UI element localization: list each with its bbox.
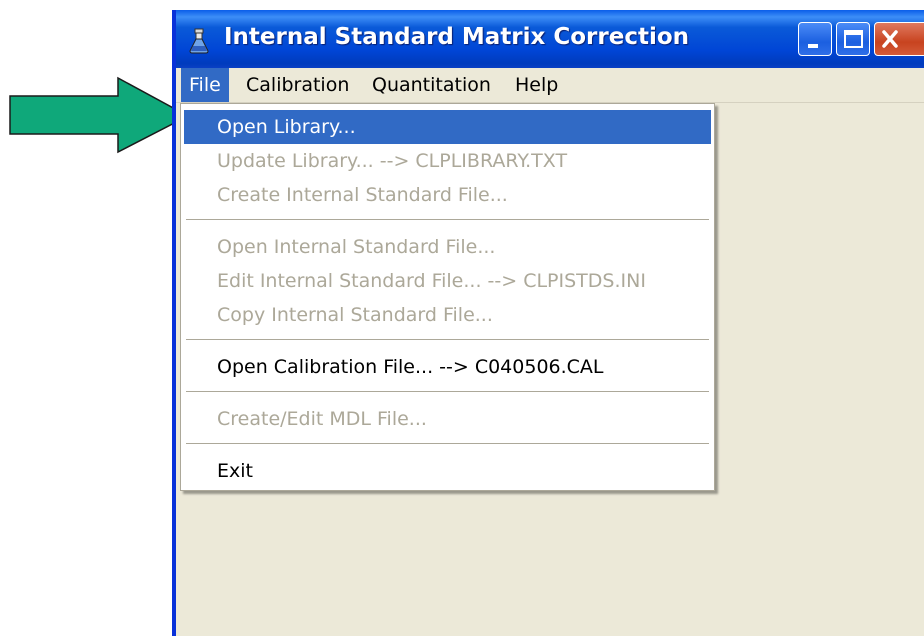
menu-calibration[interactable]: Calibration <box>238 68 357 102</box>
green-arrow-icon <box>9 76 190 154</box>
menu-file[interactable]: File <box>181 68 229 102</box>
menu-help[interactable]: Help <box>507 68 566 102</box>
menu-separator <box>186 391 709 392</box>
menu-item-open-calibration[interactable]: Open Calibration File... --> C040506.CAL <box>184 350 711 384</box>
menu-separator <box>186 443 709 444</box>
menu-item-open-istd: Open Internal Standard File... <box>217 236 496 258</box>
maximize-button[interactable] <box>836 22 870 56</box>
menu-item-edit-istd: Edit Internal Standard File... --> CLPIS… <box>217 270 646 292</box>
title-bar[interactable]: Internal Standard Matrix Correction <box>176 10 924 68</box>
menu-item-create-mdl: Create/Edit MDL File... <box>217 408 427 430</box>
menu-separator <box>186 219 709 220</box>
menu-bar: File Calibration Quantitation Help <box>176 68 924 103</box>
maximize-icon <box>844 30 863 48</box>
menu-item-exit[interactable]: Exit <box>184 454 711 488</box>
close-button[interactable] <box>874 22 924 56</box>
menu-quantitation[interactable]: Quantitation <box>364 68 499 102</box>
file-menu-dropdown: Open Library... Update Library... --> CL… <box>180 103 715 491</box>
window-title: Internal Standard Matrix Correction <box>224 24 690 50</box>
menu-item-open-library[interactable]: Open Library... <box>184 110 711 144</box>
menu-item-create-istd: Create Internal Standard File... <box>217 184 508 206</box>
minimize-button[interactable] <box>798 22 832 56</box>
close-icon <box>882 30 898 48</box>
menu-separator <box>186 339 709 340</box>
menu-item-update-library: Update Library... --> CLPLIBRARY.TXT <box>217 150 568 172</box>
menu-item-copy-istd: Copy Internal Standard File... <box>217 304 493 326</box>
minimize-icon <box>808 44 818 48</box>
flask-icon <box>189 28 209 54</box>
